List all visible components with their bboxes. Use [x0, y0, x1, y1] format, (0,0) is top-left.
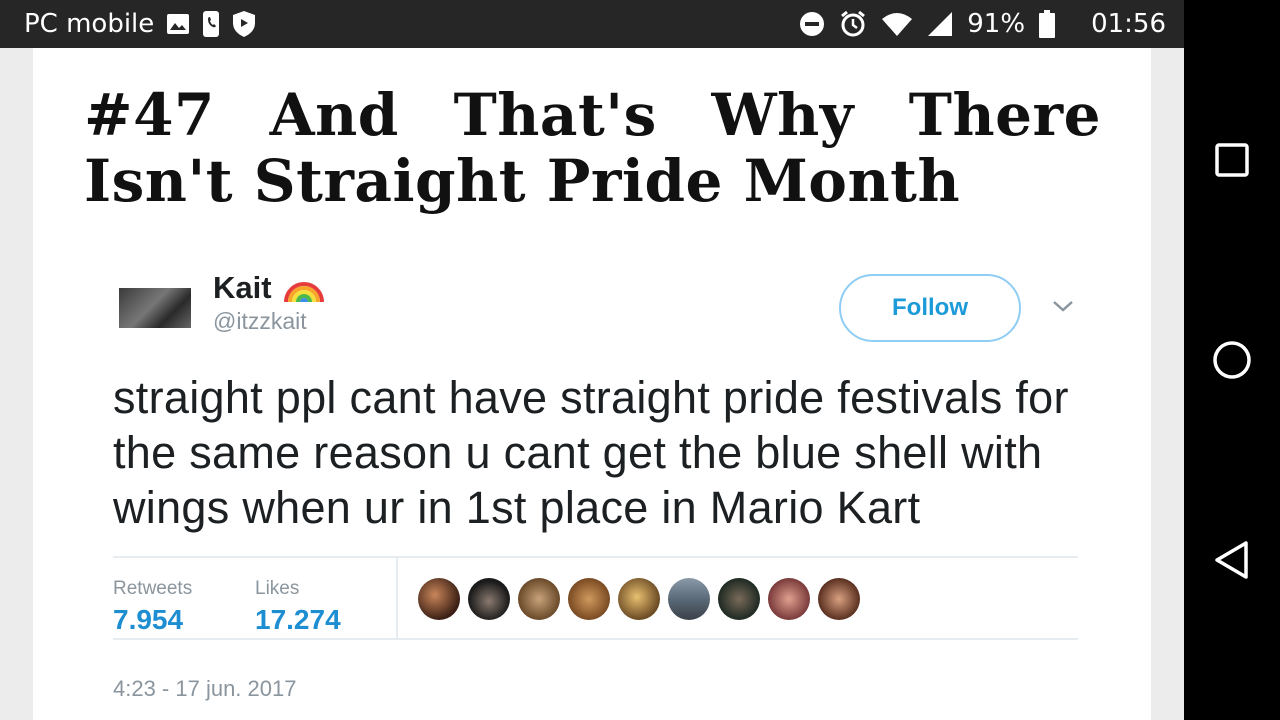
back-triangle-icon[interactable] [1208, 536, 1256, 584]
liker-avatar[interactable] [568, 578, 610, 620]
shield-icon [232, 10, 256, 38]
wifi-icon [881, 11, 913, 37]
battery-percent: 91% [967, 9, 1026, 39]
divider [113, 638, 1078, 640]
liker-avatar[interactable] [468, 578, 510, 620]
liker-avatar[interactable] [518, 578, 560, 620]
avatar[interactable] [119, 288, 191, 328]
divider [113, 556, 1078, 558]
liker-avatar[interactable] [418, 578, 460, 620]
likes-label[interactable]: Likes [255, 578, 299, 600]
article-title: #47 And That's Why There Isn't Straight … [84, 81, 1101, 215]
tweet-timestamp[interactable]: 4:23 - 17 jun. 2017 [113, 676, 296, 702]
rainbow-icon [283, 266, 324, 310]
article-page: #47 And That's Why There Isn't Straight … [33, 48, 1151, 720]
retweets-count[interactable]: 7.954 [113, 604, 183, 636]
likes-count[interactable]: 17.274 [255, 604, 341, 636]
liker-avatars [418, 578, 860, 620]
alarm-icon [839, 10, 867, 38]
battery-icon [1039, 10, 1056, 38]
retweets-label[interactable]: Retweets [113, 578, 192, 600]
user-name-text: Kait [213, 270, 272, 305]
liker-avatar[interactable] [718, 578, 760, 620]
chevron-down-icon[interactable] [1051, 298, 1075, 319]
status-bar: PC mobile 91% 01:56 [0, 0, 1184, 48]
tweet-user-handle[interactable]: @itzzkait [213, 308, 307, 335]
divider [396, 558, 398, 638]
home-circle-icon[interactable] [1208, 336, 1256, 384]
tweet-text: straight ppl cant have straight pride fe… [113, 372, 1069, 533]
embedded-tweet[interactable]: Kait @itzzkait Follow straight ppl cant … [113, 258, 1083, 720]
liker-avatar[interactable] [818, 578, 860, 620]
liker-avatar[interactable] [768, 578, 810, 620]
follow-button[interactable]: Follow [839, 274, 1021, 342]
signal-icon [927, 11, 953, 37]
tweet-user-name[interactable]: Kait [213, 266, 324, 310]
clock: 01:56 [1091, 9, 1166, 39]
recents-square-icon[interactable] [1208, 136, 1256, 184]
navigation-bar [1184, 0, 1280, 720]
image-icon [166, 13, 190, 35]
do-not-disturb-icon [799, 11, 825, 37]
carrier-name: PC mobile [24, 9, 155, 39]
liker-avatar[interactable] [618, 578, 660, 620]
liker-avatar[interactable] [668, 578, 710, 620]
phone-icon [202, 10, 220, 38]
